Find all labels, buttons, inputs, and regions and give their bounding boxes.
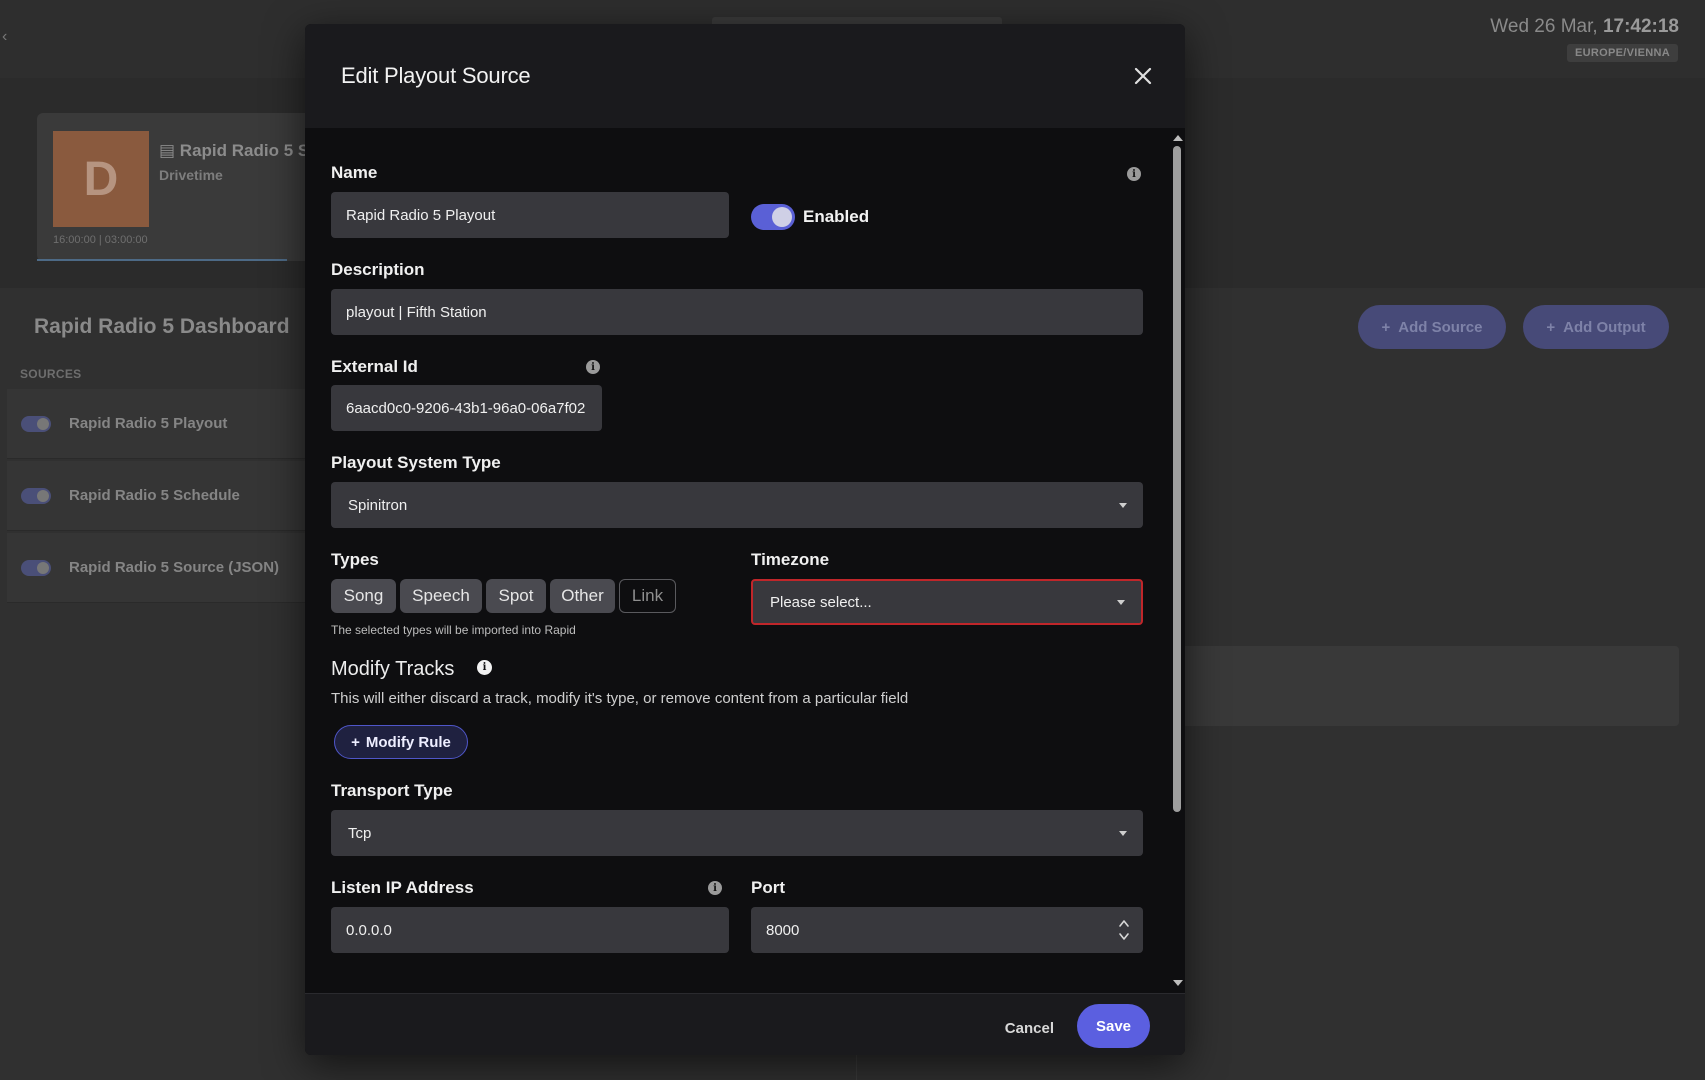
source-toggle[interactable] — [21, 415, 51, 432]
plus-icon: + — [351, 733, 360, 751]
scroll-up-arrow-icon[interactable] — [1173, 135, 1183, 141]
cancel-button[interactable]: Cancel — [1005, 1006, 1054, 1050]
chevron-down-icon — [1119, 503, 1127, 508]
type-chip-other[interactable]: Other — [550, 579, 615, 613]
transport-type-label: Transport Type — [331, 781, 453, 800]
types-hint: The selected types will be imported into… — [331, 623, 576, 637]
dialog-body — [305, 128, 1185, 993]
scroll-down-arrow-icon[interactable] — [1173, 980, 1183, 986]
sources-label: SOURCES — [20, 367, 82, 381]
save-button[interactable]: Save — [1077, 1004, 1150, 1048]
description-input[interactable]: playout | Fifth Station — [331, 289, 1143, 335]
chevron-down-icon — [1117, 600, 1125, 605]
external-id-label: External Id — [331, 357, 418, 376]
playout-system-label: Playout System Type — [331, 453, 501, 472]
transport-type-value: Tcp — [348, 824, 372, 842]
edit-playout-source-dialog: Edit Playout Source Name i Rapid Radio 5… — [305, 24, 1185, 1055]
close-button[interactable] — [1129, 62, 1157, 90]
scrollbar-thumb[interactable] — [1173, 146, 1181, 812]
dialog-title: Edit Playout Source — [341, 63, 531, 88]
dialog-scrollbar[interactable] — [1169, 128, 1185, 993]
show-subtitle: Drivetime — [159, 167, 223, 183]
timezone-value: Please select... — [770, 593, 872, 611]
number-stepper[interactable] — [1117, 916, 1131, 944]
close-icon — [1134, 67, 1152, 85]
stepper-arrows-icon — [1119, 920, 1129, 940]
playout-system-select[interactable]: Spinitron — [331, 482, 1143, 528]
types-label: Types — [331, 550, 379, 569]
source-item[interactable]: Rapid Radio 5 Schedule — [7, 461, 307, 531]
type-chip-link[interactable]: Link — [619, 579, 676, 613]
playout-system-value: Spinitron — [348, 496, 408, 514]
modify-tracks-description: This will either discard a track, modify… — [331, 690, 909, 707]
info-icon[interactable]: i — [708, 881, 722, 895]
show-card[interactable]: D ▤ Rapid Radio 5 S Drivetime 16:00:00 |… — [37, 113, 327, 261]
content-panel — [1175, 646, 1679, 726]
dialog-footer: Cancel Save — [305, 993, 1185, 1055]
external-id-input[interactable]: 6aacd0c0-9206-43b1-96a0-06a7f02 — [331, 385, 602, 431]
type-chip-spot[interactable]: Spot — [486, 579, 546, 613]
port-input[interactable]: 8000 — [751, 907, 1143, 953]
timezone-badge: EUROPE/VIENNA — [1567, 44, 1678, 62]
clock: Wed 26 Mar, 17:42:18 — [1490, 16, 1679, 38]
source-label: Rapid Radio 5 Playout — [69, 415, 228, 432]
plus-icon: + — [1546, 318, 1556, 336]
source-label: Rapid Radio 5 Source (JSON) — [69, 559, 280, 576]
port-value: 8000 — [766, 921, 800, 939]
chevron-down-icon — [1119, 831, 1127, 836]
modify-rule-button[interactable]: + Modify Rule — [334, 725, 468, 759]
clock-time: 17:42:18 — [1602, 16, 1679, 37]
plus-icon: + — [1381, 318, 1391, 336]
timezone-select[interactable]: Please select... — [751, 579, 1143, 625]
info-icon[interactable]: i — [1127, 167, 1141, 181]
port-label: Port — [751, 878, 785, 897]
show-artwork: D — [53, 131, 149, 227]
modify-tracks-title: Modify Tracks — [331, 658, 455, 680]
show-title: ▤ Rapid Radio 5 S — [159, 141, 310, 160]
info-icon[interactable]: i — [586, 360, 600, 374]
enabled-label: Enabled — [803, 207, 870, 226]
info-icon[interactable]: i — [477, 660, 492, 675]
listen-ip-input[interactable]: 0.0.0.0 — [331, 907, 729, 953]
source-item[interactable]: Rapid Radio 5 Source (JSON) — [7, 533, 307, 603]
add-output-button[interactable]: + Add Output — [1523, 305, 1669, 349]
source-toggle[interactable] — [21, 487, 51, 504]
type-chip-speech[interactable]: Speech — [400, 579, 482, 613]
listen-ip-label: Listen IP Address — [331, 878, 474, 897]
description-label: Description — [331, 260, 425, 279]
name-input[interactable]: Rapid Radio 5 Playout — [331, 192, 729, 238]
source-item[interactable]: Rapid Radio 5 Playout — [7, 389, 307, 459]
timezone-label: Timezone — [751, 550, 830, 569]
source-label: Rapid Radio 5 Schedule — [69, 487, 240, 504]
show-time: 16:00:00 | 03:00:00 — [53, 234, 148, 246]
type-chip-song[interactable]: Song — [331, 579, 396, 613]
clock-date: Wed 26 Mar, — [1490, 16, 1598, 37]
name-label: Name — [331, 163, 378, 182]
back-chevron-icon[interactable]: ‹ — [2, 28, 7, 46]
transport-type-select[interactable]: Tcp — [331, 810, 1143, 856]
add-source-button[interactable]: + Add Source — [1358, 305, 1506, 349]
enabled-toggle[interactable] — [751, 204, 795, 230]
schedule-icon: ▤ — [159, 141, 176, 160]
source-toggle[interactable] — [21, 559, 51, 576]
dialog-header: Edit Playout Source — [305, 24, 1185, 128]
dashboard-title: Rapid Radio 5 Dashboard — [34, 315, 290, 338]
show-progress-bar — [37, 259, 287, 261]
